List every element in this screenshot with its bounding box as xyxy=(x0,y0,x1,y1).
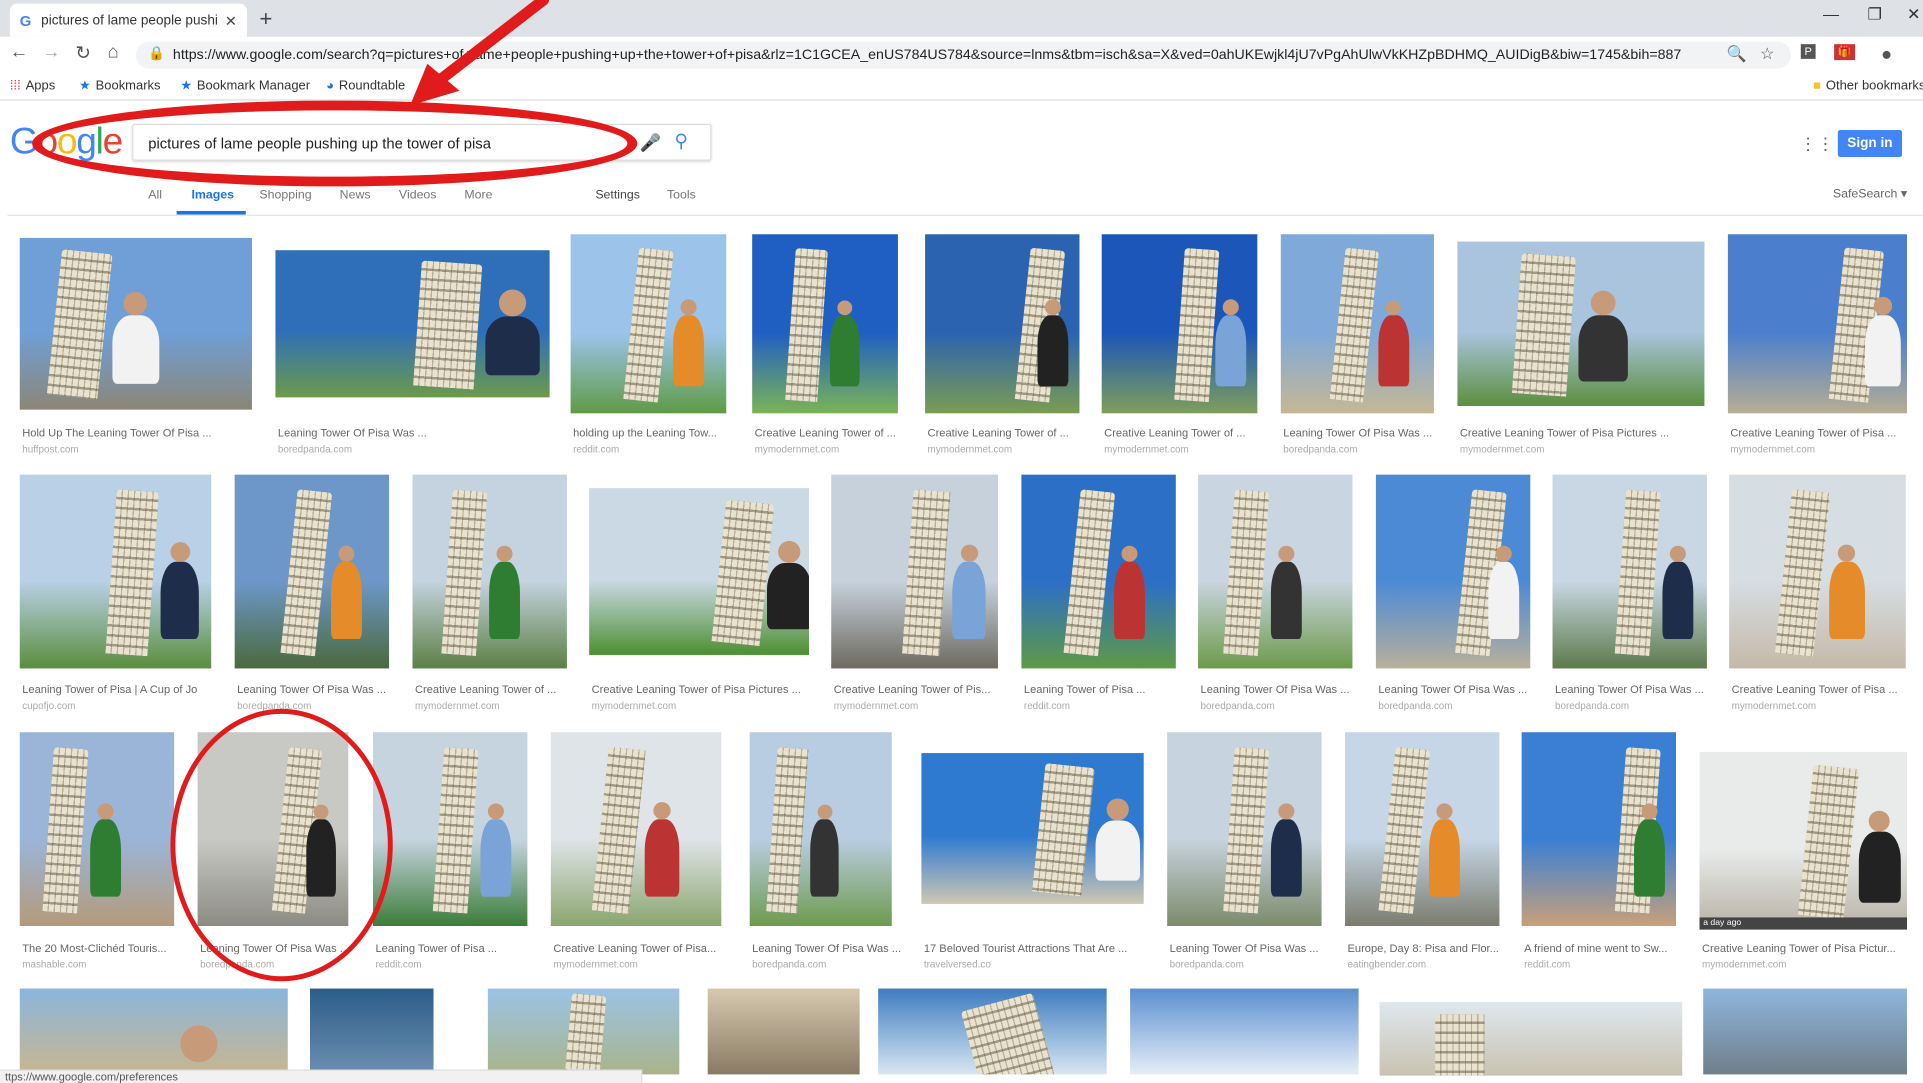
browser-window: G pictures of lame people pushing ✕ + — … xyxy=(0,0,1923,1083)
red-circle-search-annotation xyxy=(32,100,638,187)
status-bar: ttps://www.google.com/preferences xyxy=(0,1069,643,1083)
red-circle-image-annotation xyxy=(170,708,393,982)
